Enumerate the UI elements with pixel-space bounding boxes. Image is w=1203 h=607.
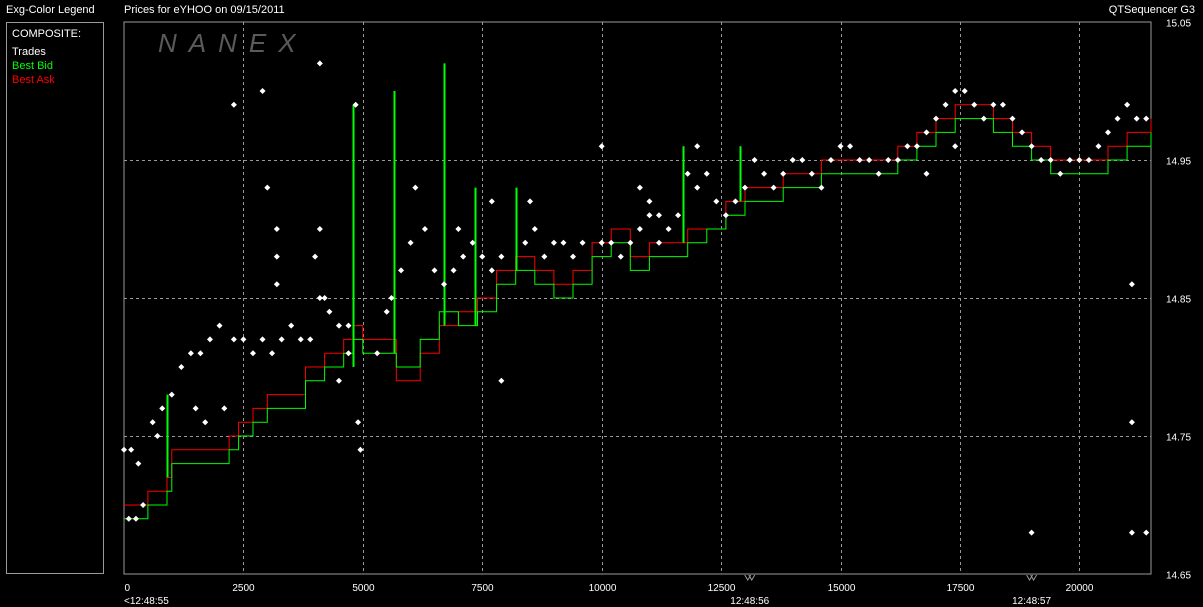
y-tick-label: 15.05	[1166, 19, 1191, 30]
x-tick-label: 5000	[352, 583, 375, 594]
price-chart: NANEX 0 2500 5000 7500 10000 12500 15000 17500 2…	[121, 19, 1191, 607]
y-tick-label: 14.75	[1166, 433, 1191, 444]
y-tick-label: 14.65	[1166, 571, 1191, 582]
time-label: 12:48:57	[1012, 596, 1051, 607]
x-tick-label: 15000	[828, 583, 856, 594]
time-label: 12:48:56	[730, 596, 769, 607]
nanex-watermark: NANEX	[158, 28, 308, 58]
x-tick-label: 20000	[1066, 583, 1094, 594]
x-tick-label: 0	[125, 583, 131, 594]
time-label: <12:48:55	[124, 596, 169, 607]
time-marker	[1026, 574, 1038, 581]
y-tick-label: 14.85	[1166, 295, 1191, 306]
x-tick-label: 12500	[708, 583, 736, 594]
time-marker	[744, 574, 756, 581]
x-tick-label: 2500	[232, 583, 255, 594]
x-tick-label: 7500	[471, 583, 494, 594]
x-tick-label: 17500	[947, 583, 975, 594]
y-tick-label: 14.95	[1166, 157, 1191, 168]
x-tick-label: 10000	[589, 583, 617, 594]
